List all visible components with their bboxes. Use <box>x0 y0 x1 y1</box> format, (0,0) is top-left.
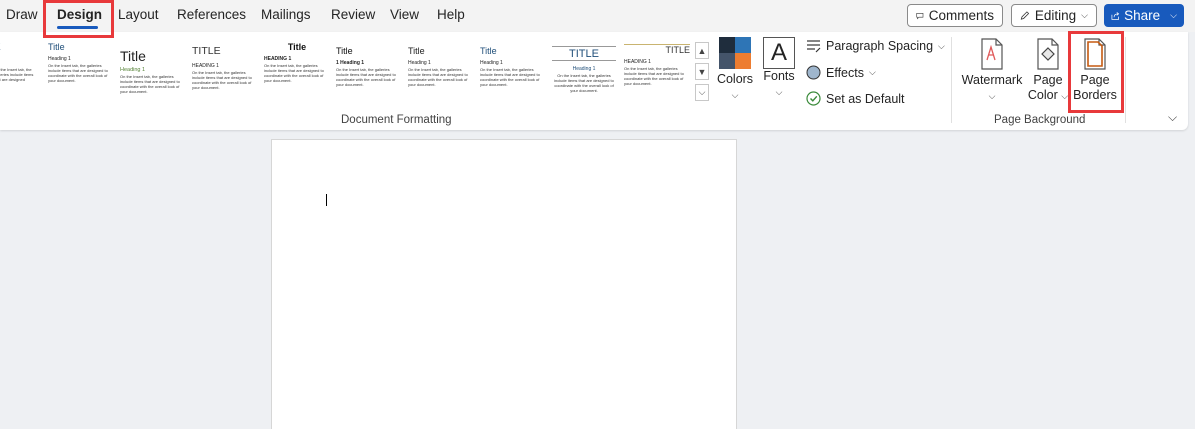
tab-draw[interactable]: Draw <box>6 7 38 22</box>
chevron-down-icon: ⌵ <box>731 90 739 100</box>
share-button[interactable]: Share ⌵ <box>1104 4 1184 27</box>
chevron-down-icon: ⌵ <box>868 67 876 77</box>
set-as-default-label: Set as Default <box>826 91 905 106</box>
page-borders-button[interactable]: Page Borders <box>1072 38 1118 103</box>
tab-layout[interactable]: Layout <box>118 7 159 22</box>
tab-view[interactable]: View <box>390 7 419 22</box>
chevron-down-icon: ⌵ <box>1081 10 1088 20</box>
page-borders-label-line2: Borders <box>1073 88 1117 102</box>
comment-icon <box>916 12 924 19</box>
chevron-down-icon: ⌵ <box>775 87 783 97</box>
paragraph-spacing-button[interactable]: Paragraph Spacing ⌵ <box>806 39 945 53</box>
comments-button[interactable]: Comments <box>907 4 1003 27</box>
group-separator <box>1125 37 1126 123</box>
color-swatches-icon <box>719 37 751 69</box>
editing-label: Editing <box>1034 8 1077 23</box>
ribbon-tab-bar: Draw Design Layout References Mailings R… <box>0 0 1195 32</box>
page-color-label-line2-wrap: Color ⌵ <box>1026 88 1070 104</box>
watermark-icon <box>981 38 1003 70</box>
colors-button[interactable]: Colors ⌵ <box>716 37 754 101</box>
style-set-thumbnail[interactable]: TITLE Heading 1 On the Insert tab, the g… <box>552 42 616 108</box>
style-set-thumbnail[interactable]: Title Heading 1 On the Insert tab, the g… <box>48 42 110 108</box>
text-cursor <box>326 194 327 206</box>
group-label-document-formatting: Document Formatting <box>341 114 452 126</box>
style-set-gallery: E On the Insert tab, the galleries inclu… <box>0 42 710 108</box>
fonts-button[interactable]: A Fonts ⌵ <box>760 37 798 98</box>
group-label-page-background: Page Background <box>994 114 1086 126</box>
page-borders-label-line1: Page <box>1080 73 1110 87</box>
style-set-thumbnail[interactable]: E On the Insert tab, the galleries inclu… <box>0 42 34 108</box>
checkmark-circle-icon <box>806 91 821 106</box>
editing-mode-button[interactable]: Editing ⌵ <box>1011 4 1097 27</box>
comments-label: Comments <box>928 8 994 23</box>
style-set-thumbnail[interactable]: TITLE HEADING 1 On the Insert tab, the g… <box>624 42 690 108</box>
style-set-thumbnail[interactable]: Title Heading 1 On the Insert tab, the g… <box>480 42 544 108</box>
style-set-thumbnail[interactable]: Title Heading 1 On the Insert tab, the g… <box>120 42 182 108</box>
share-icon <box>1111 11 1120 20</box>
paragraph-spacing-label: Paragraph Spacing <box>826 39 934 53</box>
paragraph-spacing-icon <box>807 40 821 53</box>
group-separator <box>951 37 952 123</box>
tab-design[interactable]: Design <box>57 7 102 22</box>
ribbon-collapse-chevron-icon[interactable]: ⌵ <box>1168 110 1177 125</box>
share-label: Share <box>1124 8 1161 23</box>
tab-mailings[interactable]: Mailings <box>261 7 311 22</box>
page-color-label-line1: Page <box>1033 73 1063 87</box>
page-color-icon <box>1037 38 1059 70</box>
watermark-button[interactable]: Watermark ⌵ <box>960 38 1024 102</box>
page-color-button[interactable]: Page Color ⌵ <box>1026 38 1070 104</box>
effects-label: Effects <box>826 65 864 80</box>
share-dropdown-chevron-icon[interactable]: ⌵ <box>1170 10 1177 21</box>
active-tab-indicator <box>57 26 98 29</box>
gallery-scroll-down-button[interactable]: ▼ <box>695 63 709 80</box>
chevron-down-icon: ⌵ <box>1061 91 1069 101</box>
document-page[interactable] <box>271 139 737 429</box>
tab-help[interactable]: Help <box>437 7 465 22</box>
fonts-label: Fonts <box>763 69 795 83</box>
style-set-thumbnail[interactable]: Title 1 Heading 1 On the Insert tab, the… <box>336 42 400 108</box>
style-set-thumbnail[interactable]: TITLE HEADING 1 On the Insert tab, the g… <box>192 42 256 108</box>
set-as-default-button[interactable]: Set as Default <box>806 91 905 106</box>
pencil-icon <box>1020 11 1030 20</box>
tab-references[interactable]: References <box>177 7 246 22</box>
chevron-down-icon: ⌵ <box>988 91 996 101</box>
effects-icon <box>806 65 821 80</box>
font-glyph-icon: A <box>763 37 795 69</box>
page-borders-icon <box>1084 38 1106 70</box>
colors-label: Colors <box>716 72 754 86</box>
chevron-down-icon: ⌵ <box>938 40 945 51</box>
page-color-label-line2: Color <box>1027 88 1058 102</box>
gallery-scroll-up-button[interactable]: ▲ <box>695 42 709 59</box>
effects-button[interactable]: Effects ⌵ <box>806 65 876 80</box>
watermark-label: Watermark <box>961 73 1023 87</box>
style-set-thumbnail[interactable]: Title Heading 1 On the Insert tab, the g… <box>408 42 472 108</box>
gallery-more-button[interactable]: ⌵ <box>695 84 709 101</box>
style-set-thumbnail[interactable]: Title HEADING 1 On the Insert tab, the g… <box>264 42 330 108</box>
tab-review[interactable]: Review <box>331 7 375 22</box>
design-ribbon: E On the Insert tab, the galleries inclu… <box>0 32 1188 130</box>
